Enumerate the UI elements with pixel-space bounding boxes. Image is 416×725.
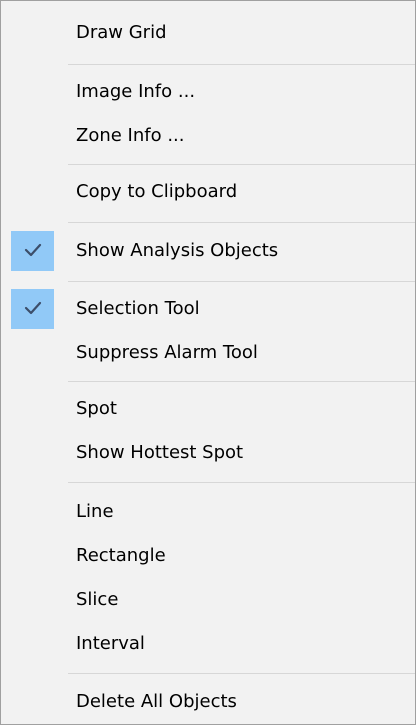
context-menu: Draw Grid Image Info ... Zone Info ... C… — [0, 0, 416, 725]
menu-item-label: Image Info ... — [76, 81, 196, 102]
menu-item-suppress-alarm-tool[interactable]: Suppress Alarm Tool — [1, 331, 415, 375]
menu-item-draw-grid[interactable]: Draw Grid — [1, 11, 415, 55]
check-highlight — [11, 289, 54, 329]
menu-item-label: Show Hottest Spot — [76, 442, 244, 463]
menu-separator — [68, 673, 415, 674]
menu-item-label: Rectangle — [76, 545, 166, 566]
menu-separator — [68, 381, 415, 382]
menu-item-label: Zone Info ... — [76, 125, 185, 146]
menu-item-label: Show Analysis Objects — [76, 240, 279, 261]
menu-item-line[interactable]: Line — [1, 490, 415, 534]
menu-item-label: Selection Tool — [76, 298, 200, 319]
menu-item-show-hottest-spot[interactable]: Show Hottest Spot — [1, 431, 415, 475]
menu-item-selection-tool[interactable]: Selection Tool — [1, 287, 415, 331]
checkmark-icon — [24, 301, 42, 315]
menu-item-show-analysis-objects[interactable]: Show Analysis Objects — [1, 229, 415, 273]
menu-item-label: Line — [76, 501, 114, 522]
check-highlight — [11, 231, 54, 271]
menu-item-label: Delete All Objects — [76, 691, 237, 712]
checkmark-icon — [24, 243, 42, 257]
menu-item-label: Suppress Alarm Tool — [76, 342, 258, 363]
menu-item-image-info[interactable]: Image Info ... — [1, 70, 415, 114]
menu-item-zone-info[interactable]: Zone Info ... — [1, 114, 415, 158]
menu-item-delete-all-objects[interactable]: Delete All Objects — [1, 680, 415, 724]
menu-item-slice[interactable]: Slice — [1, 578, 415, 622]
menu-item-label: Draw Grid — [76, 22, 167, 43]
menu-item-label: Interval — [76, 633, 145, 654]
menu-item-label: Slice — [76, 589, 119, 610]
menu-item-copy-to-clipboard[interactable]: Copy to Clipboard — [1, 170, 415, 214]
menu-item-rectangle[interactable]: Rectangle — [1, 534, 415, 578]
menu-item-interval[interactable]: Interval — [1, 622, 415, 666]
menu-separator — [68, 281, 415, 282]
menu-separator — [68, 222, 415, 223]
menu-separator — [68, 64, 415, 65]
menu-item-spot[interactable]: Spot — [1, 387, 415, 431]
menu-separator — [68, 482, 415, 483]
menu-item-label: Spot — [76, 398, 117, 419]
menu-separator — [68, 164, 415, 165]
menu-item-label: Copy to Clipboard — [76, 181, 238, 202]
